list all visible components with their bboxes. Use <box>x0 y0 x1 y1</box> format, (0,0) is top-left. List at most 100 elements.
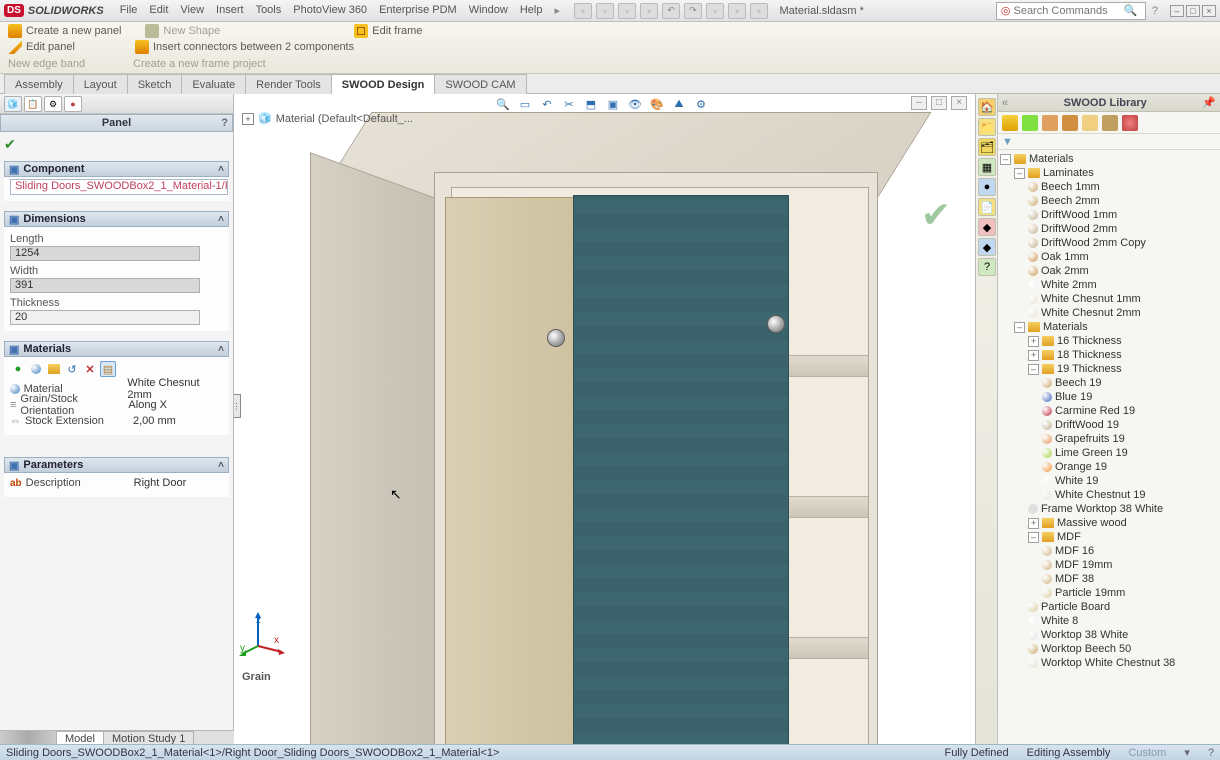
chevron-up-icon[interactable]: ˄ <box>218 460 224 471</box>
chevron-up-icon[interactable]: ˄ <box>218 344 224 355</box>
collapse-icon[interactable]: – <box>1028 364 1039 375</box>
lib-connectors-icon[interactable] <box>1122 115 1138 131</box>
flyout-feature-tree[interactable]: + 🧊 Material (Default<Default_... <box>242 112 413 125</box>
help-icon[interactable]: ? <box>1152 5 1158 17</box>
tab-assembly[interactable]: Assembly <box>4 74 74 94</box>
material-folder-icon[interactable] <box>46 361 62 377</box>
component-selection[interactable]: Sliding Doors_SWOODBox2_1_Material-1/Rig… <box>10 179 228 195</box>
tree-item[interactable]: White Chesnut 1mm <box>1028 292 1218 306</box>
vp-min-icon[interactable]: – <box>911 96 927 110</box>
stock-extension-row[interactable]: ⇔Stock Extension2,00 mm <box>10 413 223 429</box>
forum-tab-icon[interactable]: ? <box>978 258 996 276</box>
tree-item[interactable]: Beech 1mm <box>1028 180 1218 194</box>
qat-redo-icon[interactable]: ↷ <box>684 3 702 19</box>
display-style-icon[interactable]: ▣ <box>604 96 622 112</box>
menu-photoview[interactable]: PhotoView 360 <box>293 4 367 17</box>
close-icon[interactable]: × <box>1202 5 1216 17</box>
scene-icon[interactable]: ⛰ <box>670 96 688 112</box>
tree-item[interactable]: Worktop White Chestnut 38 <box>1028 656 1218 670</box>
section-component[interactable]: ▣ Component ˄ <box>4 161 229 177</box>
tab-swood-design[interactable]: SWOOD Design <box>331 74 436 94</box>
tree-thk18[interactable]: +18 Thickness <box>1028 348 1218 362</box>
tree-massive-wood[interactable]: +Massive wood <box>1028 516 1218 530</box>
btn-new-frame-project[interactable]: Create a new frame project <box>133 58 266 70</box>
file-explorer-tab-icon[interactable]: 🗂 <box>978 138 996 156</box>
tree-item[interactable]: Particle Board <box>1028 600 1218 614</box>
lib-materials-icon[interactable] <box>1002 115 1018 131</box>
menu-view[interactable]: View <box>180 4 204 17</box>
qat-undo-icon[interactable]: ↶ <box>662 3 680 19</box>
description-row[interactable]: abDescriptionRight Door <box>10 475 223 491</box>
length-field[interactable]: 1254 <box>10 246 200 261</box>
add-material-icon[interactable]: ● <box>10 361 26 377</box>
pane-splitter-handle[interactable]: ⋮ <box>234 394 241 418</box>
collapse-icon[interactable]: – <box>1000 154 1011 165</box>
delete-material-icon[interactable]: ✕ <box>82 361 98 377</box>
btn-new-edge-band[interactable]: New edge band <box>8 58 85 70</box>
search-icon[interactable]: 🔍 <box>1123 4 1137 17</box>
tree-materials[interactable]: –Materials <box>1014 320 1218 334</box>
tree-item[interactable]: Grapefruits 19 <box>1042 432 1218 446</box>
tree-item[interactable]: DriftWood 1mm <box>1028 208 1218 222</box>
tree-item[interactable]: Orange 19 <box>1042 460 1218 474</box>
library-filter[interactable]: ▼ <box>998 134 1220 150</box>
menu-insert[interactable]: Insert <box>216 4 244 17</box>
qat-rebuild-icon[interactable]: ▫ <box>728 3 746 19</box>
lib-frames-icon[interactable] <box>1062 115 1078 131</box>
tab-render-tools[interactable]: Render Tools <box>245 74 332 94</box>
tree-item[interactable]: Oak 2mm <box>1028 264 1218 278</box>
minimize-icon[interactable]: – <box>1170 5 1184 17</box>
property-tab-icon[interactable]: 📋 <box>24 96 42 112</box>
collapse-icon[interactable]: – <box>1028 532 1039 543</box>
status-custom[interactable]: Custom <box>1128 747 1166 759</box>
lib-profiles-icon[interactable] <box>1082 115 1098 131</box>
swood-tab-icon[interactable]: ◆ <box>978 218 996 236</box>
menu-edit[interactable]: Edit <box>149 4 168 17</box>
view-palette-tab-icon[interactable]: ▦ <box>978 158 996 176</box>
ok-button[interactable]: ✔ <box>0 132 233 157</box>
status-help-icon[interactable]: ? <box>1208 747 1214 759</box>
feature-tree-tab-icon[interactable]: 🧊 <box>4 96 22 112</box>
zoom-area-icon[interactable]: ▭ <box>516 96 534 112</box>
collapse-icon[interactable]: – <box>1014 168 1025 179</box>
tree-thk16[interactable]: +16 Thickness <box>1028 334 1218 348</box>
design-library-tab-icon[interactable]: 📁 <box>978 118 996 136</box>
grain-icon[interactable]: ▤ <box>100 361 116 377</box>
resources-tab-icon[interactable]: 🏠 <box>978 98 996 116</box>
maximize-icon[interactable]: □ <box>1186 5 1200 17</box>
menu-tools[interactable]: Tools <box>256 4 282 17</box>
menu-epdm[interactable]: Enterprise PDM <box>379 4 457 17</box>
pin-pane-icon[interactable]: 📌 <box>1202 96 1216 109</box>
tree-item[interactable]: MDF 38 <box>1042 572 1218 586</box>
tree-item[interactable]: DriftWood 2mm <box>1028 222 1218 236</box>
expand-icon[interactable]: + <box>1028 336 1039 347</box>
vp-close-icon[interactable]: × <box>951 96 967 110</box>
tree-item[interactable]: MDF 19mm <box>1042 558 1218 572</box>
orientation-triad[interactable]: zxy <box>238 608 286 656</box>
tree-item[interactable]: Lime Green 19 <box>1042 446 1218 460</box>
view-orient-icon[interactable]: ⬒ <box>582 96 600 112</box>
appearances-tab-icon[interactable]: ● <box>978 178 996 196</box>
qat-save-icon[interactable]: ▫ <box>618 3 636 19</box>
qat-new-icon[interactable]: ▫ <box>574 3 592 19</box>
tab-evaluate[interactable]: Evaluate <box>181 74 246 94</box>
tree-item[interactable]: White Chestnut 19 <box>1042 488 1218 502</box>
swap-icon[interactable]: ↺ <box>64 361 80 377</box>
tree-item[interactable]: MDF 16 <box>1042 544 1218 558</box>
section-view-icon[interactable]: ✂ <box>560 96 578 112</box>
qat-select-icon[interactable]: ▫ <box>706 3 724 19</box>
lib-edgebands-icon[interactable] <box>1022 115 1038 131</box>
prev-view-icon[interactable]: ↶ <box>538 96 556 112</box>
tree-item[interactable]: Blue 19 <box>1042 390 1218 404</box>
btn-edit-panel[interactable]: Edit panel <box>8 40 75 54</box>
zoom-fit-icon[interactable]: 🔍 <box>494 96 512 112</box>
tree-root[interactable]: –Materials <box>1000 152 1218 166</box>
tree-item[interactable]: Carmine Red 19 <box>1042 404 1218 418</box>
collapse-pane-icon[interactable]: « <box>1002 97 1008 109</box>
width-field[interactable]: 391 <box>10 278 200 293</box>
btn-edit-frame[interactable]: Edit frame <box>354 24 422 38</box>
tree-item[interactable]: DriftWood 2mm Copy <box>1028 236 1218 250</box>
tree-item[interactable]: White 8 <box>1028 614 1218 628</box>
tree-item[interactable]: White 19 <box>1042 474 1218 488</box>
status-flag-icon[interactable]: ▾ <box>1184 746 1190 759</box>
